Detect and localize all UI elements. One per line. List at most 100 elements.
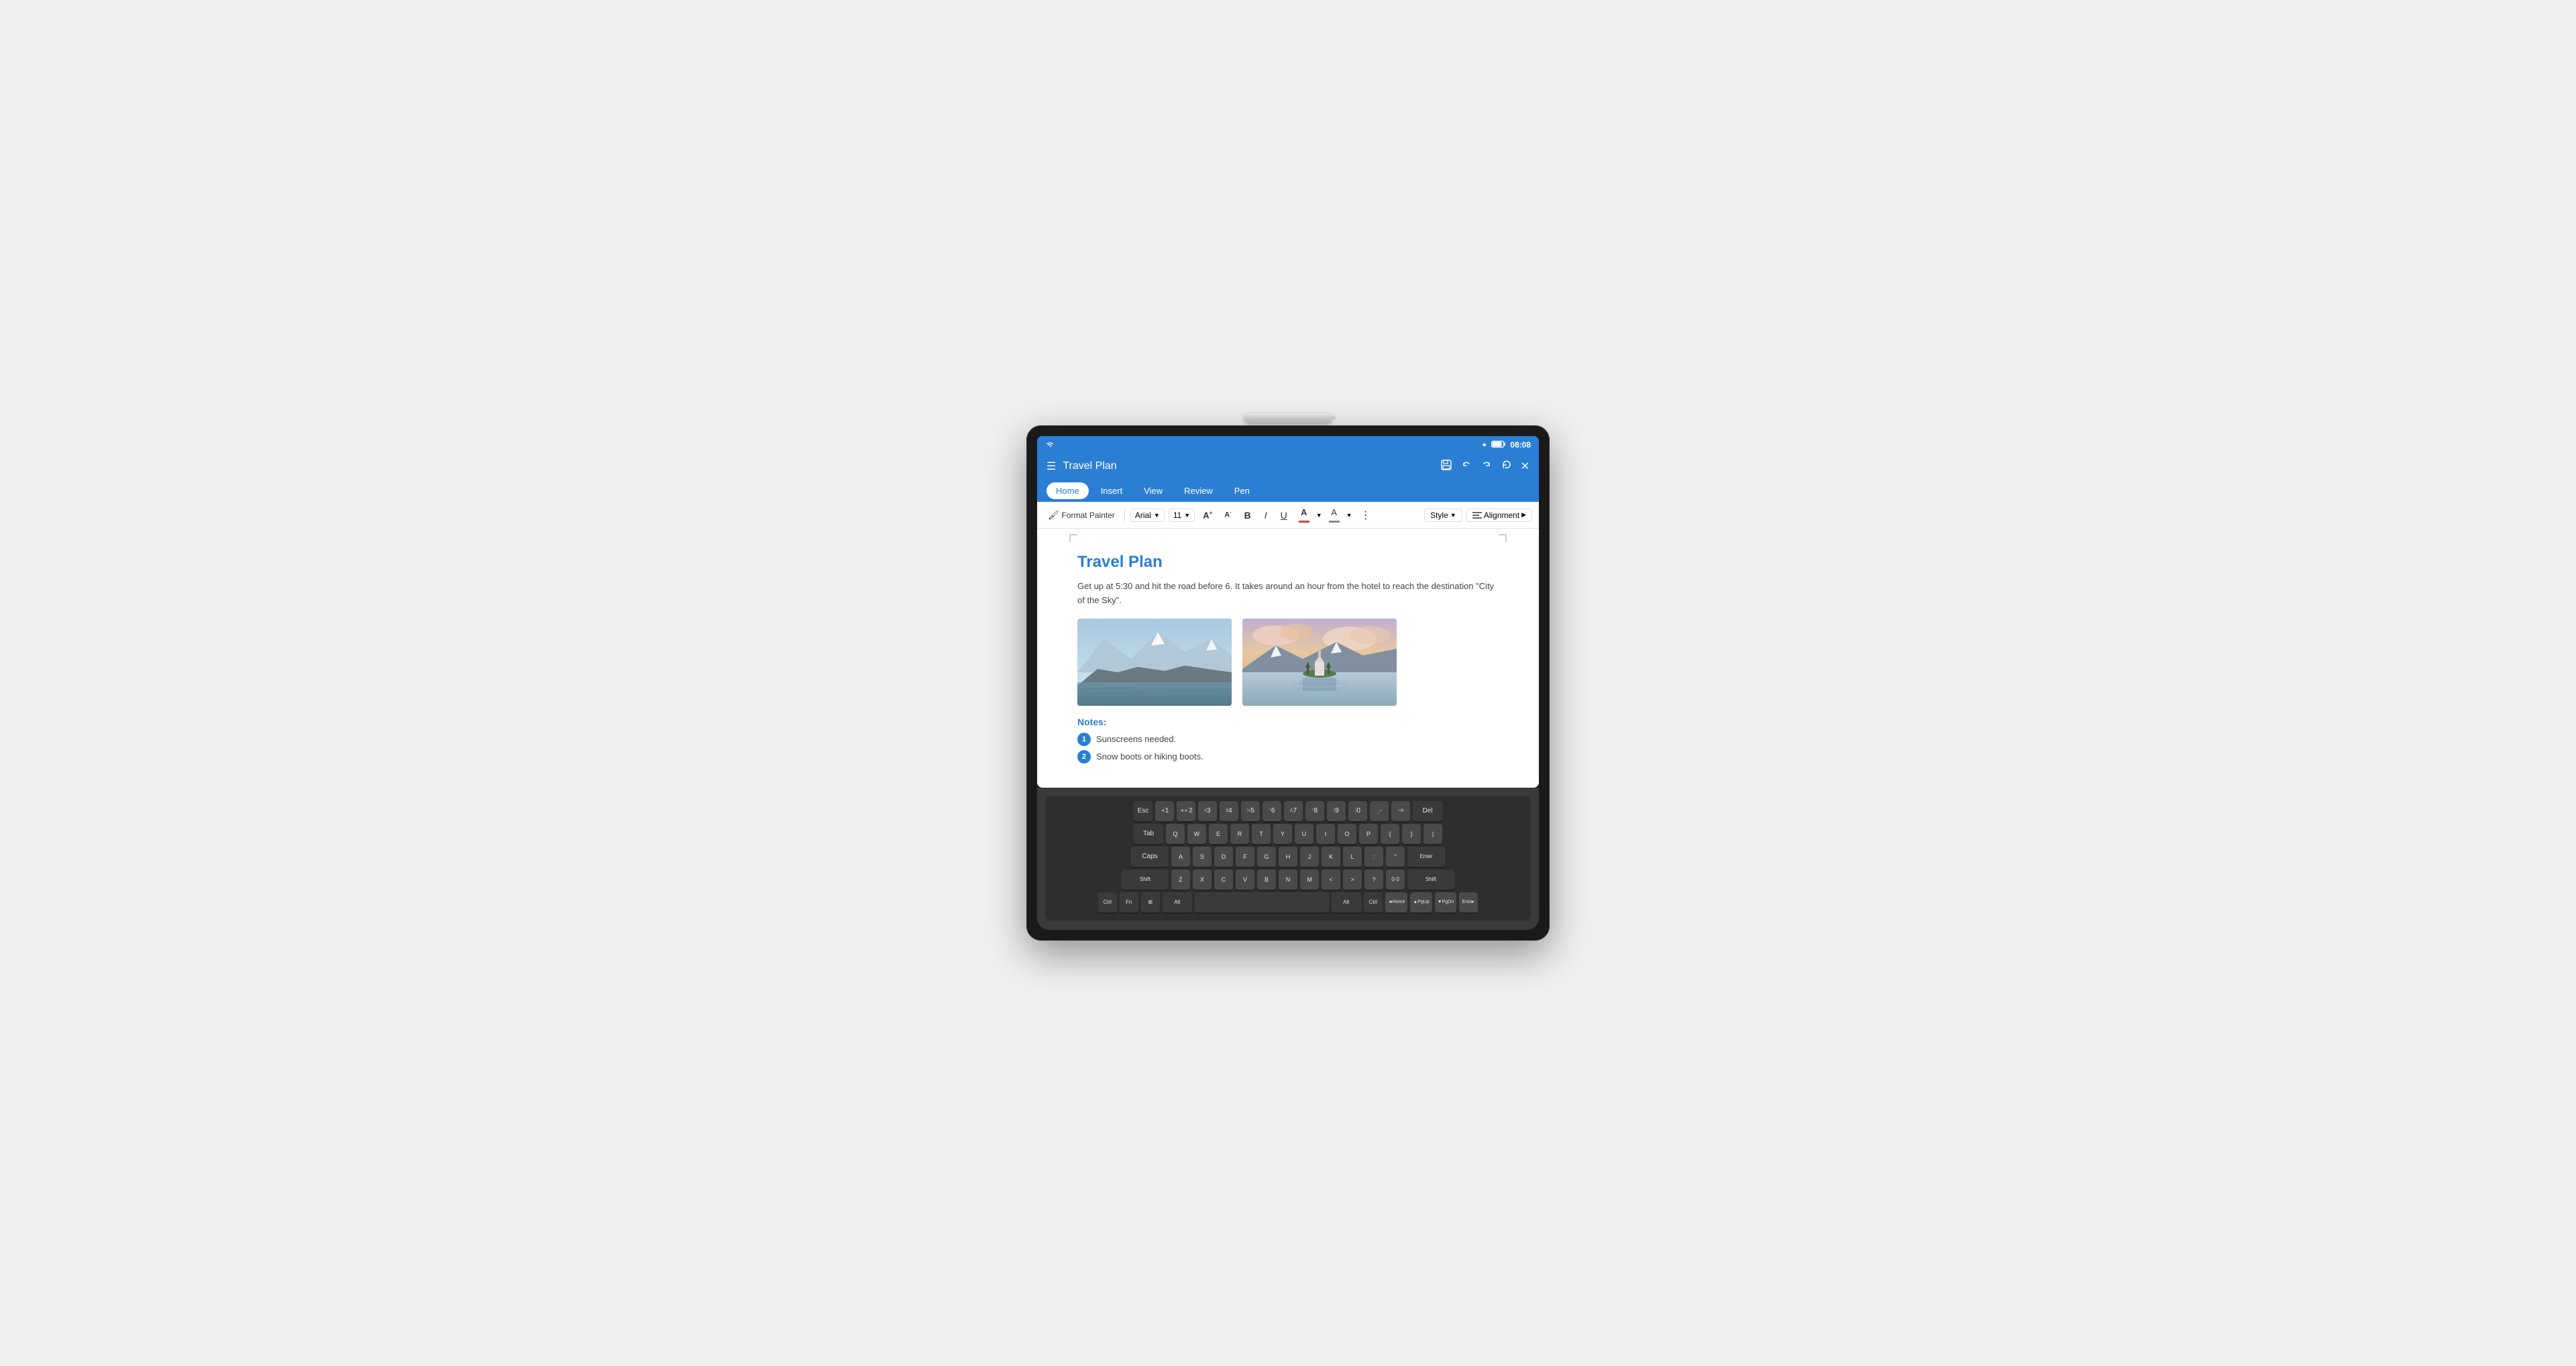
key-6[interactable]: ^6 <box>1263 801 1281 821</box>
key-5[interactable]: %5 <box>1241 801 1260 821</box>
key-o[interactable]: O <box>1338 824 1356 844</box>
key-ctrl-right[interactable]: Ctrl <box>1364 892 1383 912</box>
key-slash[interactable]: ? <box>1364 870 1383 890</box>
key-alt-right[interactable]: Alt <box>1332 892 1361 912</box>
save-button[interactable] <box>1440 459 1452 474</box>
menu-icon[interactable]: ☰ <box>1046 460 1056 473</box>
key-ctrl-left[interactable]: Ctrl <box>1098 892 1117 912</box>
close-button[interactable]: ✕ <box>1521 460 1529 473</box>
image-island[interactable] <box>1242 619 1397 706</box>
key-1[interactable]: ◄1 <box>1155 801 1174 821</box>
title-actions: ✕ <box>1440 459 1529 474</box>
undo-button[interactable] <box>1460 459 1472 474</box>
redo-button[interactable] <box>1481 459 1493 474</box>
key-c[interactable]: C <box>1214 870 1233 890</box>
list-item-1: 1 Sunscreens needed. <box>1077 733 1499 746</box>
key-semicolon[interactable]: : <box>1364 847 1383 867</box>
key-s[interactable]: S <box>1193 847 1212 867</box>
key-lbracket[interactable]: { <box>1381 824 1399 844</box>
key-esc[interactable]: Esc <box>1134 801 1152 821</box>
key-f[interactable]: F <box>1236 847 1254 867</box>
key-rbracket[interactable]: } <box>1402 824 1421 844</box>
key-4[interactable]: $4 <box>1220 801 1238 821</box>
key-y[interactable]: Y <box>1273 824 1292 844</box>
key-del[interactable]: Del <box>1413 801 1442 821</box>
key-x[interactable]: X <box>1193 870 1212 890</box>
refresh-button[interactable] <box>1501 459 1513 474</box>
tab-view[interactable]: View <box>1134 482 1172 499</box>
format-painter-button[interactable]: 🖌 Format Painter <box>1044 508 1119 523</box>
key-tab[interactable]: Tab <box>1134 824 1163 844</box>
font-size-control[interactable]: 11 ▼ <box>1169 509 1195 522</box>
key-home[interactable]: ◄Home <box>1385 892 1408 912</box>
key-lt[interactable]: < <box>1322 870 1340 890</box>
key-m[interactable]: M <box>1300 870 1319 890</box>
font-shrink-button[interactable]: A- <box>1220 509 1235 521</box>
key-pgup[interactable]: ▲PgUp <box>1410 892 1432 912</box>
key-e[interactable]: E <box>1209 824 1228 844</box>
key-backslash[interactable]: | <box>1424 824 1442 844</box>
key-z[interactable]: Z <box>1171 870 1190 890</box>
status-right: ✦ 08:08 <box>1481 440 1531 450</box>
key-h[interactable]: H <box>1279 847 1297 867</box>
key-7[interactable]: &7 <box>1284 801 1303 821</box>
key-j[interactable]: J <box>1300 847 1319 867</box>
key-gt[interactable]: > <box>1343 870 1362 890</box>
key-space[interactable] <box>1195 892 1329 912</box>
key-win[interactable]: ⊞ <box>1141 892 1160 912</box>
tab-pen[interactable]: Pen <box>1225 482 1259 499</box>
key-0[interactable]: )0 <box>1348 801 1367 821</box>
key-l[interactable]: L <box>1343 847 1362 867</box>
key-w[interactable]: W <box>1187 824 1206 844</box>
key-00[interactable]: 0·0 <box>1386 870 1405 890</box>
font-selector[interactable]: Arial ▼ <box>1130 509 1165 522</box>
highlight-button[interactable]: A <box>1326 506 1342 524</box>
key-8[interactable]: *8 <box>1305 801 1324 821</box>
highlight-bar <box>1329 521 1340 523</box>
key-pgdn[interactable]: ▼PgDn <box>1435 892 1456 912</box>
tab-review[interactable]: Review <box>1175 482 1222 499</box>
font-grow-button[interactable]: A+ <box>1199 508 1216 522</box>
more-button[interactable]: ⋮ <box>1356 507 1375 524</box>
key-shift-right[interactable]: Shift <box>1407 870 1454 890</box>
key-v[interactable]: V <box>1236 870 1254 890</box>
key-3[interactable]: #3 <box>1198 801 1217 821</box>
key-enter[interactable]: Enter <box>1407 847 1445 867</box>
font-color-button[interactable]: A <box>1296 506 1312 524</box>
key-alt-left[interactable]: Alt <box>1163 892 1192 912</box>
style-dropdown[interactable]: Style ▼ <box>1424 509 1462 522</box>
key-g[interactable]: G <box>1257 847 1276 867</box>
key-d[interactable]: D <box>1214 847 1233 867</box>
key-shift-left[interactable]: Shift <box>1122 870 1169 890</box>
font-size: 11 <box>1173 511 1181 520</box>
key-equals[interactable]: += <box>1391 801 1410 821</box>
image-mountain[interactable] <box>1077 619 1232 706</box>
key-p[interactable]: P <box>1359 824 1378 844</box>
key-i[interactable]: I <box>1316 824 1335 844</box>
key-9[interactable]: (9 <box>1327 801 1346 821</box>
key-n[interactable]: N <box>1279 870 1297 890</box>
key-a[interactable]: A <box>1171 847 1190 867</box>
tab-insert[interactable]: Insert <box>1091 482 1132 499</box>
key-t[interactable]: T <box>1252 824 1271 844</box>
key-k[interactable]: K <box>1322 847 1340 867</box>
key-q[interactable]: Q <box>1166 824 1185 844</box>
bold-button[interactable]: B <box>1240 509 1256 522</box>
key-2[interactable]: ◄►2 <box>1177 801 1195 821</box>
font-color-dropdown[interactable]: ▼ <box>1316 512 1322 519</box>
key-fn[interactable]: Fn <box>1120 892 1138 912</box>
bluetooth-icon: ✦ <box>1481 441 1487 450</box>
key-b[interactable]: B <box>1257 870 1276 890</box>
tab-home[interactable]: Home <box>1046 482 1089 499</box>
alignment-dropdown[interactable]: Alignment ▶ <box>1466 509 1532 522</box>
key-r[interactable]: R <box>1230 824 1249 844</box>
italic-button[interactable]: I <box>1260 509 1272 522</box>
highlight-dropdown[interactable]: ▼ <box>1346 512 1352 519</box>
underline-button[interactable]: U <box>1276 509 1292 522</box>
key-quote[interactable]: " <box>1386 847 1405 867</box>
key-end[interactable]: End► <box>1459 892 1478 912</box>
key-caps[interactable]: Caps <box>1131 847 1169 867</box>
key-u[interactable]: U <box>1295 824 1313 844</box>
notes-list: 1 Sunscreens needed. 2 Snow boots or hik… <box>1077 733 1499 764</box>
key-minus[interactable]: _- <box>1370 801 1389 821</box>
